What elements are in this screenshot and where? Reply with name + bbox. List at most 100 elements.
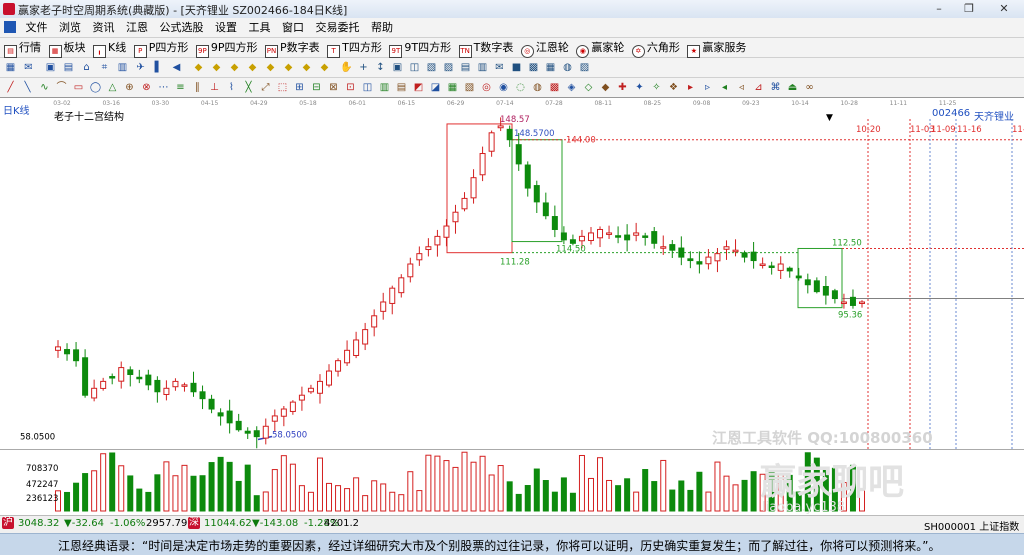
draw-tool-1-icon[interactable]: ╲ — [21, 81, 34, 94]
flight-icon[interactable]: ✈ — [134, 61, 147, 74]
tool-0-icon[interactable]: ✋ — [340, 61, 353, 74]
toolbar-9p-square-button[interactable]: 9P 9P四方形 — [195, 38, 258, 58]
draw-tool-3-icon[interactable]: ⌒ — [55, 81, 68, 94]
tool-12-icon[interactable]: ▦ — [544, 61, 557, 74]
draw-tool-22-icon[interactable]: ▥ — [378, 81, 391, 94]
draw-tool-47-icon[interactable]: ∞ — [803, 81, 816, 94]
toolbar-kline-button[interactable]: ╻ K线 — [93, 38, 126, 58]
minimize-button[interactable]: – — [924, 0, 954, 18]
diamond-icon[interactable]: ◆ — [318, 61, 331, 74]
draw-tool-32-icon[interactable]: ▩ — [548, 81, 561, 94]
menu-settings[interactable]: 设置 — [211, 18, 241, 37]
draw-tool-23-icon[interactable]: ▤ — [395, 81, 408, 94]
close-button[interactable]: ✕ — [984, 0, 1024, 18]
draw-tool-44-icon[interactable]: ⊿ — [752, 81, 765, 94]
draw-tool-41-icon[interactable]: ▹ — [701, 81, 714, 94]
maximize-button[interactable]: ❐ — [954, 0, 984, 18]
draw-tool-33-icon[interactable]: ◈ — [565, 81, 578, 94]
toolbar-9t-square-button[interactable]: 9T 9T四方形 — [389, 38, 451, 58]
draw-tool-7-icon[interactable]: ⊕ — [123, 81, 136, 94]
tool-6-icon[interactable]: ▨ — [442, 61, 455, 74]
menu-info[interactable]: 资讯 — [89, 18, 119, 37]
draw-tool-12-icon[interactable]: ⊥ — [208, 81, 221, 94]
draw-tool-11-icon[interactable]: ∥ — [191, 81, 204, 94]
menu-formula[interactable]: 公式选股 — [156, 18, 208, 37]
draw-tool-27-icon[interactable]: ▧ — [463, 81, 476, 94]
table-icon[interactable]: ▥ — [116, 61, 129, 74]
kline-chart-panel[interactable]: 03-02 03-16 03-30 04-15 04-29 05-18 06-01 06-15… — [0, 97, 1024, 515]
toolbar-t-square-button[interactable]: T T四方形 — [327, 38, 382, 58]
draw-tool-24-icon[interactable]: ◩ — [412, 81, 425, 94]
bar-icon[interactable]: ▌ — [152, 61, 165, 74]
draw-tool-39-icon[interactable]: ❖ — [667, 81, 680, 94]
draw-tool-26-icon[interactable]: ▦ — [446, 81, 459, 94]
draw-tool-43-icon[interactable]: ◃ — [735, 81, 748, 94]
toolbar-p-square-button[interactable]: P P四方形 — [133, 38, 188, 58]
toolbar-winner-wheel-button[interactable]: ◉ 赢家轮 — [576, 38, 624, 58]
diamond-icon[interactable]: ◆ — [282, 61, 295, 74]
tool-10-icon[interactable]: ■ — [510, 61, 523, 74]
tool-5-icon[interactable]: ▧ — [425, 61, 438, 74]
tool-1-icon[interactable]: + — [357, 61, 370, 74]
draw-tool-20-icon[interactable]: ⊡ — [344, 81, 357, 94]
list-icon[interactable]: ▤ — [62, 61, 75, 74]
draw-tool-5-icon[interactable]: ◯ — [89, 81, 102, 94]
tool-2-icon[interactable]: ↕ — [374, 61, 387, 74]
draw-tool-8-icon[interactable]: ⊗ — [140, 81, 153, 94]
draw-tool-42-icon[interactable]: ◂ — [718, 81, 731, 94]
draw-tool-31-icon[interactable]: ◍ — [531, 81, 544, 94]
draw-tool-6-icon[interactable]: △ — [106, 81, 119, 94]
draw-tool-14-icon[interactable]: ╳ — [242, 81, 255, 94]
diamond-icon[interactable]: ◆ — [228, 61, 241, 74]
menu-help[interactable]: 帮助 — [367, 18, 397, 37]
draw-tool-17-icon[interactable]: ⊞ — [293, 81, 306, 94]
tool-9-icon[interactable]: ✉ — [493, 61, 506, 74]
menu-browse[interactable]: 浏览 — [55, 18, 85, 37]
draw-tool-19-icon[interactable]: ⊠ — [327, 81, 340, 94]
draw-tool-35-icon[interactable]: ◆ — [599, 81, 612, 94]
draw-tool-38-icon[interactable]: ✧ — [650, 81, 663, 94]
draw-tool-46-icon[interactable]: ⏏ — [786, 81, 799, 94]
home-icon[interactable]: ⌂ — [80, 61, 93, 74]
current-index-label[interactable]: SH000001 上证指数 — [924, 518, 1019, 533]
draw-tool-28-icon[interactable]: ◎ — [480, 81, 493, 94]
menu-trade[interactable]: 交易委托 — [312, 18, 364, 37]
draw-tool-40-icon[interactable]: ▸ — [684, 81, 697, 94]
toolbar-sector-button[interactable]: ▦ 板块 — [48, 38, 86, 58]
tool-8-icon[interactable]: ▥ — [476, 61, 489, 74]
toolbar-p-table-button[interactable]: PN P数字表 — [265, 38, 320, 58]
prev-icon[interactable]: ◀ — [170, 61, 183, 74]
draw-tool-4-icon[interactable]: ▭ — [72, 81, 85, 94]
layout-icon[interactable]: ▦ — [4, 61, 17, 74]
draw-tool-13-icon[interactable]: ⌇ — [225, 81, 238, 94]
sh-index-icon[interactable]: 沪 — [2, 517, 14, 529]
mail-icon[interactable]: ✉ — [22, 61, 35, 74]
app-menu-icon[interactable] — [4, 21, 16, 33]
draw-tool-21-icon[interactable]: ◫ — [361, 81, 374, 94]
draw-tool-37-icon[interactable]: ✦ — [633, 81, 646, 94]
toolbar-quote-button[interactable]: ▤ 行情 — [4, 38, 41, 58]
diamond-icon[interactable]: ◆ — [300, 61, 313, 74]
menu-window[interactable]: 窗口 — [278, 18, 308, 37]
tool-14-icon[interactable]: ▨ — [578, 61, 591, 74]
grid-icon[interactable]: ⌗ — [98, 61, 111, 74]
draw-tool-10-icon[interactable]: ≡ — [174, 81, 187, 94]
draw-tool-36-icon[interactable]: ✚ — [616, 81, 629, 94]
menu-gann[interactable]: 江恩 — [122, 18, 152, 37]
window-icon[interactable]: ▣ — [44, 61, 57, 74]
tool-3-icon[interactable]: ▣ — [391, 61, 404, 74]
toolbar-gann-wheel-button[interactable]: ◎ 江恩轮 — [520, 38, 569, 58]
dropdown-arrow-icon[interactable]: ▼ — [826, 113, 833, 123]
draw-tool-16-icon[interactable]: ⬚ — [276, 81, 289, 94]
diamond-icon[interactable]: ◆ — [246, 61, 259, 74]
draw-tool-2-icon[interactable]: ∿ — [38, 81, 51, 94]
tool-7-icon[interactable]: ▤ — [459, 61, 472, 74]
tool-11-icon[interactable]: ▩ — [527, 61, 540, 74]
draw-tool-15-icon[interactable]: ⤢ — [259, 81, 272, 94]
menu-tools[interactable]: 工具 — [245, 18, 275, 37]
draw-tool-0-icon[interactable]: ╱ — [4, 81, 17, 94]
draw-tool-25-icon[interactable]: ◪ — [429, 81, 442, 94]
draw-tool-30-icon[interactable]: ◌ — [514, 81, 527, 94]
diamond-icon[interactable]: ◆ — [264, 61, 277, 74]
tool-13-icon[interactable]: ◍ — [561, 61, 574, 74]
